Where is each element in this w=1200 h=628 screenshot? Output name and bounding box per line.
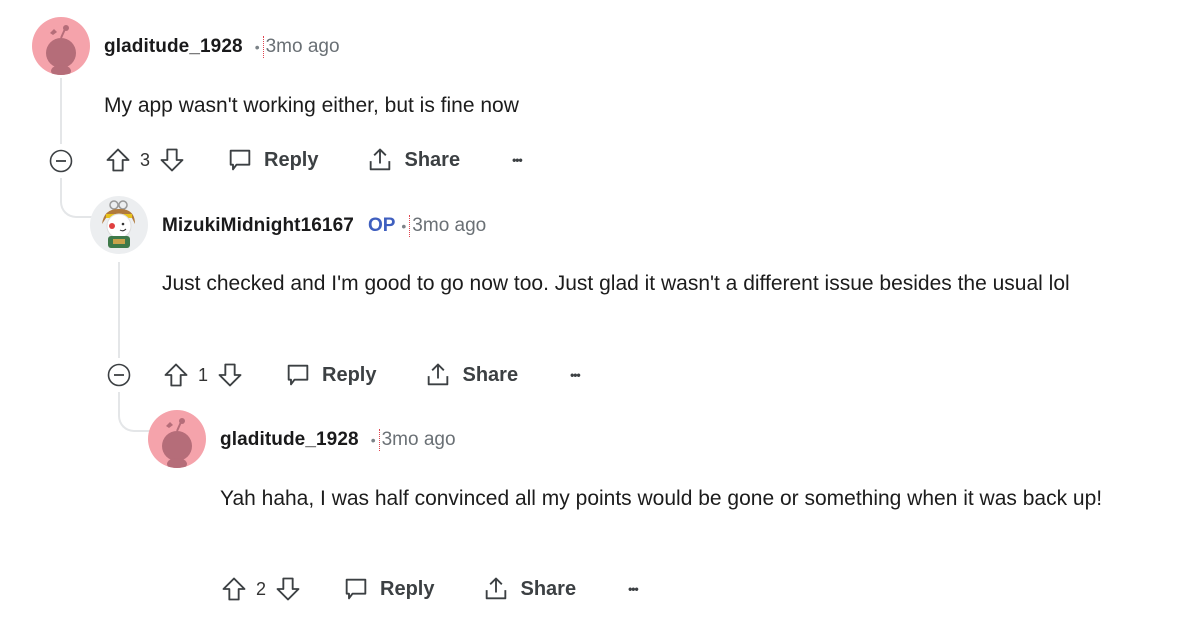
- timestamp[interactable]: 3mo ago: [412, 215, 486, 237]
- comment-bubble-icon: [229, 149, 251, 171]
- comment-meta: gladitude_1928 • 3mo ago: [104, 36, 340, 58]
- more-options-button[interactable]: •••: [512, 153, 523, 167]
- separator-dot: •: [401, 218, 407, 234]
- timestamp[interactable]: 3mo ago: [382, 429, 456, 451]
- user-avatar[interactable]: [148, 410, 206, 468]
- downvote-icon: [160, 148, 184, 172]
- comment-actions: 3 Reply Share •••: [104, 144, 523, 176]
- share-label: Share: [462, 363, 519, 386]
- share-icon: [428, 363, 449, 386]
- comment-actions: 2 Reply Share •••: [220, 573, 639, 605]
- more-options-button[interactable]: •••: [570, 368, 581, 382]
- username[interactable]: gladitude_1928: [220, 429, 359, 451]
- username[interactable]: MizukiMidnight16167: [162, 215, 354, 237]
- downvote-icon: [276, 577, 300, 601]
- share-button[interactable]: Share: [482, 575, 576, 603]
- comment-meta: MizukiMidnight16167 OP • 3mo ago: [162, 215, 486, 237]
- separator-dot: •: [370, 432, 376, 448]
- reply-button[interactable]: Reply: [226, 146, 318, 174]
- vote-count: 1: [198, 364, 209, 385]
- thread-line[interactable]: [118, 262, 120, 358]
- reply-label: Reply: [322, 363, 377, 386]
- share-icon: [370, 148, 391, 171]
- divider: [262, 36, 264, 58]
- comment-meta: gladitude_1928 • 3mo ago: [220, 429, 456, 451]
- downvote-button[interactable]: [274, 575, 302, 603]
- divider: [409, 215, 411, 237]
- reply-button[interactable]: Reply: [342, 575, 434, 603]
- user-avatar[interactable]: [32, 17, 90, 75]
- upvote-icon: [106, 148, 130, 172]
- snoo-avatar-icon: [46, 25, 76, 75]
- comment-bubble-icon: [345, 578, 367, 600]
- share-label: Share: [404, 148, 461, 171]
- username[interactable]: gladitude_1928: [104, 36, 243, 58]
- upvote-button[interactable]: [162, 361, 190, 389]
- share-label: Share: [520, 577, 577, 600]
- thread-connector: [60, 178, 94, 218]
- separator-dot: •: [254, 39, 260, 55]
- snoo-avatar-icon: [162, 418, 192, 468]
- more-icon: •••: [628, 582, 639, 596]
- comment-body: My app wasn't working either, but is fin…: [104, 94, 519, 117]
- thread-connector: [118, 392, 152, 432]
- comment-body: Yah haha, I was half convinced all my po…: [220, 487, 1103, 510]
- downvote-button[interactable]: [216, 361, 244, 389]
- comment-body: Just checked and I'm good to go now too.…: [162, 272, 1070, 295]
- timestamp[interactable]: 3mo ago: [266, 36, 340, 58]
- downvote-icon: [218, 363, 242, 387]
- collapse-thread-icon[interactable]: [49, 149, 73, 173]
- downvote-button[interactable]: [158, 146, 186, 174]
- vote-count: 3: [140, 149, 151, 170]
- more-options-button[interactable]: •••: [628, 582, 639, 596]
- thread-line[interactable]: [60, 78, 62, 144]
- upvote-icon: [222, 577, 246, 601]
- op-badge: OP: [367, 215, 396, 236]
- upvote-button[interactable]: [104, 146, 132, 174]
- reply-label: Reply: [380, 577, 435, 600]
- reply-label: Reply: [264, 148, 319, 171]
- divider: [378, 429, 380, 451]
- share-icon: [486, 577, 507, 600]
- reply-button[interactable]: Reply: [284, 361, 376, 389]
- comment-bubble-icon: [287, 364, 309, 386]
- comment-actions: 1 Reply Share •••: [162, 359, 581, 391]
- share-button[interactable]: Share: [366, 146, 460, 174]
- snoo-avatar-icon: [102, 200, 135, 248]
- user-avatar[interactable]: [90, 196, 148, 254]
- more-icon: •••: [512, 153, 523, 167]
- upvote-icon: [164, 363, 188, 387]
- more-icon: •••: [570, 368, 581, 382]
- upvote-button[interactable]: [220, 575, 248, 603]
- collapse-thread-icon[interactable]: [107, 363, 131, 387]
- vote-count: 2: [256, 578, 267, 599]
- share-button[interactable]: Share: [424, 361, 518, 389]
